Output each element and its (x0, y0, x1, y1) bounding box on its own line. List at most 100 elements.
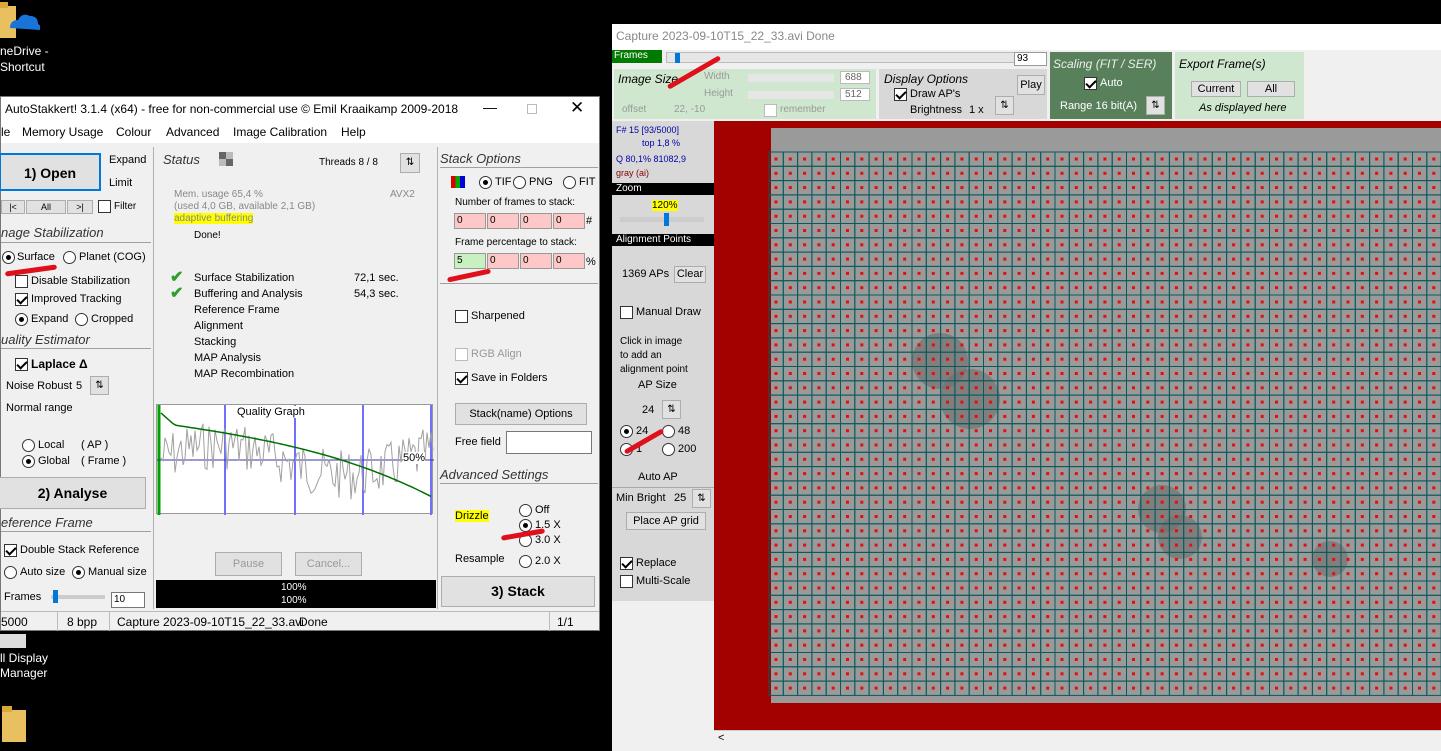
range-spin-button[interactable]: ⇅ (1146, 96, 1165, 115)
export-all-button[interactable]: All (1247, 81, 1295, 97)
manual-size-radio[interactable] (72, 566, 85, 579)
replace-checkbox[interactable] (620, 557, 633, 570)
ap-200-radio[interactable] (662, 443, 675, 456)
stack-button[interactable]: 3) Stack (441, 576, 595, 607)
save-folders-checkbox[interactable] (455, 372, 468, 385)
play-button[interactable]: Play (1017, 75, 1045, 95)
surface-radio[interactable] (2, 251, 15, 264)
frame-number-input[interactable]: 93 (1014, 52, 1047, 66)
draw-aps-checkbox[interactable] (894, 88, 907, 101)
width-input[interactable]: 688 (840, 71, 870, 84)
noise-spin-button[interactable]: ⇅ (90, 376, 109, 395)
last-frame-button[interactable]: >| (67, 200, 93, 214)
horizontal-scrollbar[interactable]: < (714, 730, 1441, 747)
place-ap-grid-button[interactable]: Place AP grid (626, 512, 706, 530)
menu-calibration[interactable]: Image Calibration (233, 125, 327, 139)
viewer-title-bar[interactable]: Capture 2023-09-10T15_22_33.avi Done (612, 24, 1441, 50)
minimize-icon[interactable]: — (483, 99, 497, 115)
cancel-button[interactable]: Cancel... (295, 552, 362, 576)
quality-graph-title: Quality Graph (237, 406, 305, 418)
height-slider[interactable] (748, 91, 834, 99)
frames-slider-thumb[interactable] (53, 590, 58, 603)
multi-scale-checkbox[interactable] (620, 575, 633, 588)
num-frames-field-2[interactable]: 0 (487, 213, 519, 229)
stack-options-heading: Stack Options (440, 151, 521, 166)
title-bar[interactable]: AutoStakkert! 3.1.4 (x64) - free for non… (1, 97, 599, 121)
pause-button[interactable]: Pause (215, 552, 282, 576)
height-input[interactable]: 512 (840, 88, 870, 101)
sharpened-checkbox[interactable] (455, 310, 468, 323)
cropped-radio[interactable] (75, 313, 88, 326)
auto-scaling-checkbox[interactable] (1084, 77, 1097, 90)
pct-field-1[interactable]: 5 (454, 253, 486, 269)
expand-label: Expand (109, 154, 147, 166)
local-radio[interactable] (22, 439, 35, 452)
frame-slider-thumb[interactable] (675, 53, 680, 63)
export-current-button[interactable]: Current (1191, 81, 1241, 97)
ap-200-label: 200 (678, 443, 697, 455)
clear-aps-button[interactable]: Clear (674, 266, 706, 283)
menu-file[interactable]: le (1, 125, 10, 139)
menu-advanced[interactable]: Advanced (166, 125, 219, 139)
resample-20-radio[interactable] (519, 555, 532, 568)
scroll-left-icon[interactable]: < (718, 732, 724, 744)
png-radio[interactable] (513, 176, 526, 189)
frames-input[interactable]: 10 (111, 592, 145, 608)
min-bright-spin-button[interactable]: ⇅ (692, 489, 711, 508)
num-frames-field-3[interactable]: 0 (520, 213, 552, 229)
all-frames-button[interactable]: All (26, 200, 66, 214)
fit-radio[interactable] (563, 176, 576, 189)
done-label: Done! (194, 230, 221, 241)
brightness-value: 1 x (969, 104, 984, 116)
open-button[interactable]: 1) Open (0, 153, 101, 191)
menu-memory[interactable]: Memory Usage (22, 125, 103, 139)
zoom-value: 120% (652, 200, 678, 211)
image-canvas[interactable] (714, 121, 1441, 730)
analyse-button[interactable]: 2) Analyse (0, 477, 146, 509)
drizzle-off-radio[interactable] (519, 504, 532, 517)
ap-48-radio[interactable] (662, 425, 675, 438)
free-field-input[interactable] (506, 431, 592, 454)
brightness-spin-button[interactable]: ⇅ (995, 96, 1014, 115)
image-stabilization-heading: nage Stabilization (1, 225, 104, 240)
zoom-slider[interactable] (620, 213, 704, 226)
ap-size-spin-button[interactable]: ⇅ (662, 400, 681, 419)
onedrive-label-1: neDrive - (0, 44, 49, 58)
maximize-icon[interactable] (527, 104, 537, 114)
width-slider[interactable] (748, 74, 834, 82)
frames-slider[interactable] (51, 590, 105, 603)
expand-radio[interactable] (15, 313, 28, 326)
global-frame-label: ( Frame ) (81, 455, 127, 467)
threads-spin-button[interactable]: ⇅ (400, 153, 420, 173)
planet-radio[interactable] (63, 251, 76, 264)
menu-colour[interactable]: Colour (116, 125, 151, 139)
ap-24-radio[interactable] (620, 425, 633, 438)
menu-help[interactable]: Help (341, 125, 366, 139)
tif-radio[interactable] (479, 176, 492, 189)
disable-stabilization-checkbox[interactable] (15, 275, 28, 288)
close-icon[interactable]: ✕ (570, 98, 584, 118)
rgb-align-checkbox[interactable] (455, 348, 468, 361)
laplace-checkbox[interactable] (15, 358, 28, 371)
remember-checkbox[interactable] (764, 104, 777, 117)
double-stack-checkbox[interactable] (4, 544, 17, 557)
top-info: top 1,8 % (642, 138, 681, 148)
global-radio[interactable] (22, 455, 35, 468)
num-frames-field-1[interactable]: 0 (454, 213, 486, 229)
filter-checkbox[interactable] (98, 200, 111, 213)
pct-field-2[interactable]: 0 (487, 253, 519, 269)
manual-draw-checkbox[interactable] (620, 306, 633, 319)
stackname-options-button[interactable]: Stack(name) Options (455, 403, 587, 425)
improved-tracking-checkbox[interactable] (15, 293, 28, 306)
first-frame-button[interactable]: |< (1, 200, 25, 214)
auto-size-radio[interactable] (4, 566, 17, 579)
manual-draw-label: Manual Draw (636, 306, 701, 318)
zoom-slider-thumb[interactable] (664, 213, 669, 226)
pct-field-4[interactable]: 0 (553, 253, 585, 269)
num-frames-field-4[interactable]: 0 (553, 213, 585, 229)
onedrive-folder-icon[interactable] (0, 0, 41, 44)
scaling-heading: Scaling (FIT / SER) (1053, 57, 1157, 71)
folder-icon[interactable] (0, 704, 30, 744)
pct-field-3[interactable]: 0 (520, 253, 552, 269)
display-manager-icon[interactable] (0, 632, 30, 652)
